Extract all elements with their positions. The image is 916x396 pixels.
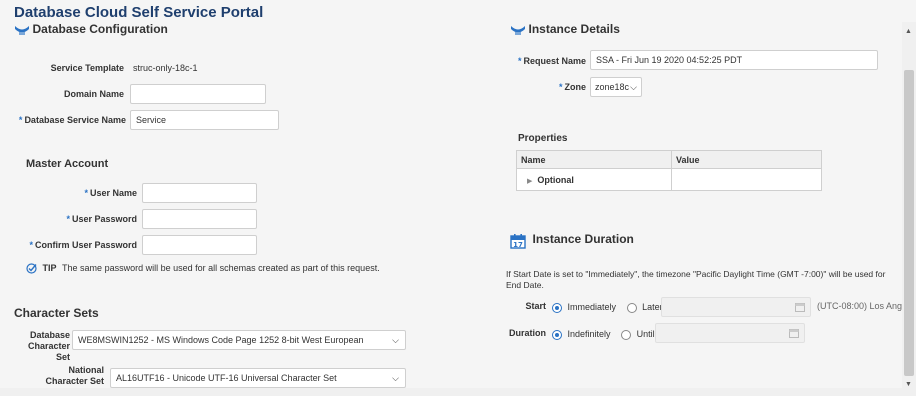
main-content: Database Configuration Service Template … — [0, 22, 902, 388]
instance-details-title: Instance Details — [528, 22, 620, 36]
duration-until-label: Until — [636, 329, 655, 339]
column-header-name: Name — [516, 150, 672, 169]
national-charset-select[interactable]: AL16UTF16 - Unicode UTF-16 Universal Cha… — [110, 368, 406, 388]
required-marker: * — [18, 115, 23, 125]
instance-details-header: Instance Details — [510, 22, 620, 36]
start-radio-group: Immediately Later — [552, 302, 663, 313]
database-icon — [511, 25, 525, 35]
request-name-label: * Request Name — [510, 56, 586, 66]
user-password-label-text: User Password — [71, 214, 137, 224]
duration-radio-group: Indefinitely Until — [552, 329, 655, 340]
database-icon — [15, 25, 29, 35]
tip-row: TIP The same password will be used for a… — [26, 263, 380, 274]
zone-label-text: Zone — [564, 82, 587, 92]
properties-title: Properties — [518, 133, 568, 144]
duration-indefinitely-radio[interactable] — [552, 329, 562, 340]
confirm-password-input[interactable] — [142, 235, 257, 255]
national-charset-label: National Character Set — [45, 365, 104, 386]
master-account-title: Master Account — [26, 158, 109, 170]
duration-note: If Start Date is set to "Immediately", t… — [506, 269, 886, 290]
db-service-name-label: * Database Service Name — [4, 115, 126, 125]
db-service-name-input[interactable]: Service — [130, 110, 279, 130]
user-name-label: * User Name — [40, 188, 137, 198]
instance-duration-header: 17 Instance Duration — [510, 232, 634, 249]
db-config-header: Database Configuration — [14, 22, 168, 36]
table-cell-name: ▶ Optional — [516, 168, 672, 191]
service-template-value: struc-only-18c-1 — [133, 63, 198, 73]
expand-triangle-icon[interactable]: ▶ — [527, 178, 532, 185]
property-group-name: Optional — [537, 174, 574, 185]
tip-label: TIP — [42, 263, 57, 273]
user-password-label: * User Password — [40, 214, 137, 224]
required-marker: * — [84, 188, 88, 198]
required-marker: * — [558, 82, 563, 92]
charsets-title: Character Sets — [14, 306, 99, 320]
calendar-picker-icon[interactable] — [789, 328, 799, 338]
duration-label: Duration — [509, 328, 546, 338]
domain-name-label: Domain Name — [63, 89, 124, 99]
scrollbar-thumb[interactable] — [904, 70, 914, 376]
db-charset-select[interactable]: WE8MSWIN1252 - MS Windows Code Page 1252… — [72, 330, 406, 350]
start-later-label: Later — [642, 302, 663, 312]
zone-select[interactable]: zone18c ⌵ — [590, 77, 642, 97]
db-service-name-label-text: Database Service Name — [24, 115, 126, 125]
properties-table: Name Value ▶ Optional — [516, 150, 822, 191]
zone-label: * Zone — [540, 82, 586, 92]
db-charset-value: WE8MSWIN1252 - MS Windows Code Page 1252… — [78, 335, 364, 345]
request-name-label-text: Request Name — [523, 56, 586, 66]
table-cell-value — [671, 168, 822, 191]
confirm-password-label: * Confirm User Password — [10, 240, 137, 250]
start-immediately-radio[interactable] — [552, 302, 562, 313]
required-marker: * — [66, 214, 70, 224]
table-row[interactable]: ▶ Optional — [516, 168, 822, 191]
vertical-scrollbar[interactable]: ▲ ▼ — [902, 22, 916, 396]
end-date-input[interactable] — [655, 323, 805, 343]
duration-indefinitely-label: Indefinitely — [567, 329, 611, 339]
chevron-down-icon: ⌵ — [392, 373, 399, 383]
required-marker: * — [29, 240, 33, 250]
user-password-input[interactable] — [142, 209, 257, 229]
chevron-down-icon: ⌵ — [630, 82, 637, 92]
calendar-icon: 17 — [510, 233, 526, 249]
horizontal-scrollbar[interactable] — [0, 388, 902, 396]
user-name-input[interactable] — [142, 183, 257, 203]
domain-name-input[interactable] — [130, 84, 266, 104]
service-template-label: Service Template — [50, 63, 124, 73]
instance-duration-title: Instance Duration — [532, 232, 634, 246]
start-date-input[interactable] — [661, 297, 811, 317]
portal-title: Database Cloud Self Service Portal — [14, 4, 264, 21]
request-name-input[interactable]: SSA - Fri Jun 19 2020 04:52:25 PDT — [590, 50, 878, 70]
confirm-password-label-text: Confirm User Password — [34, 240, 137, 250]
calendar-picker-icon[interactable] — [795, 302, 805, 312]
check-circle-icon — [26, 263, 37, 274]
zone-value: zone18c — [595, 82, 630, 92]
scroll-down-icon[interactable]: ▼ — [905, 381, 912, 388]
db-charset-label: Database Character Set — [27, 330, 70, 362]
column-header-value: Value — [671, 150, 822, 169]
start-label: Start — [525, 301, 546, 311]
required-marker: * — [517, 56, 522, 66]
user-name-label-text: User Name — [89, 188, 137, 198]
national-charset-value: AL16UTF16 - Unicode UTF-16 Universal Cha… — [116, 373, 337, 383]
svg-text:17: 17 — [513, 241, 523, 249]
tip-text: The same password will be used for all s… — [62, 263, 380, 273]
duration-until-radio[interactable] — [621, 329, 632, 340]
start-later-radio[interactable] — [626, 302, 637, 313]
scroll-up-icon[interactable]: ▲ — [905, 28, 912, 35]
db-config-title: Database Configuration — [32, 22, 168, 36]
start-immediately-label: Immediately — [567, 302, 617, 312]
chevron-down-icon: ⌵ — [392, 335, 399, 345]
timezone-text: (UTC-08:00) Los Ange — [817, 301, 902, 311]
